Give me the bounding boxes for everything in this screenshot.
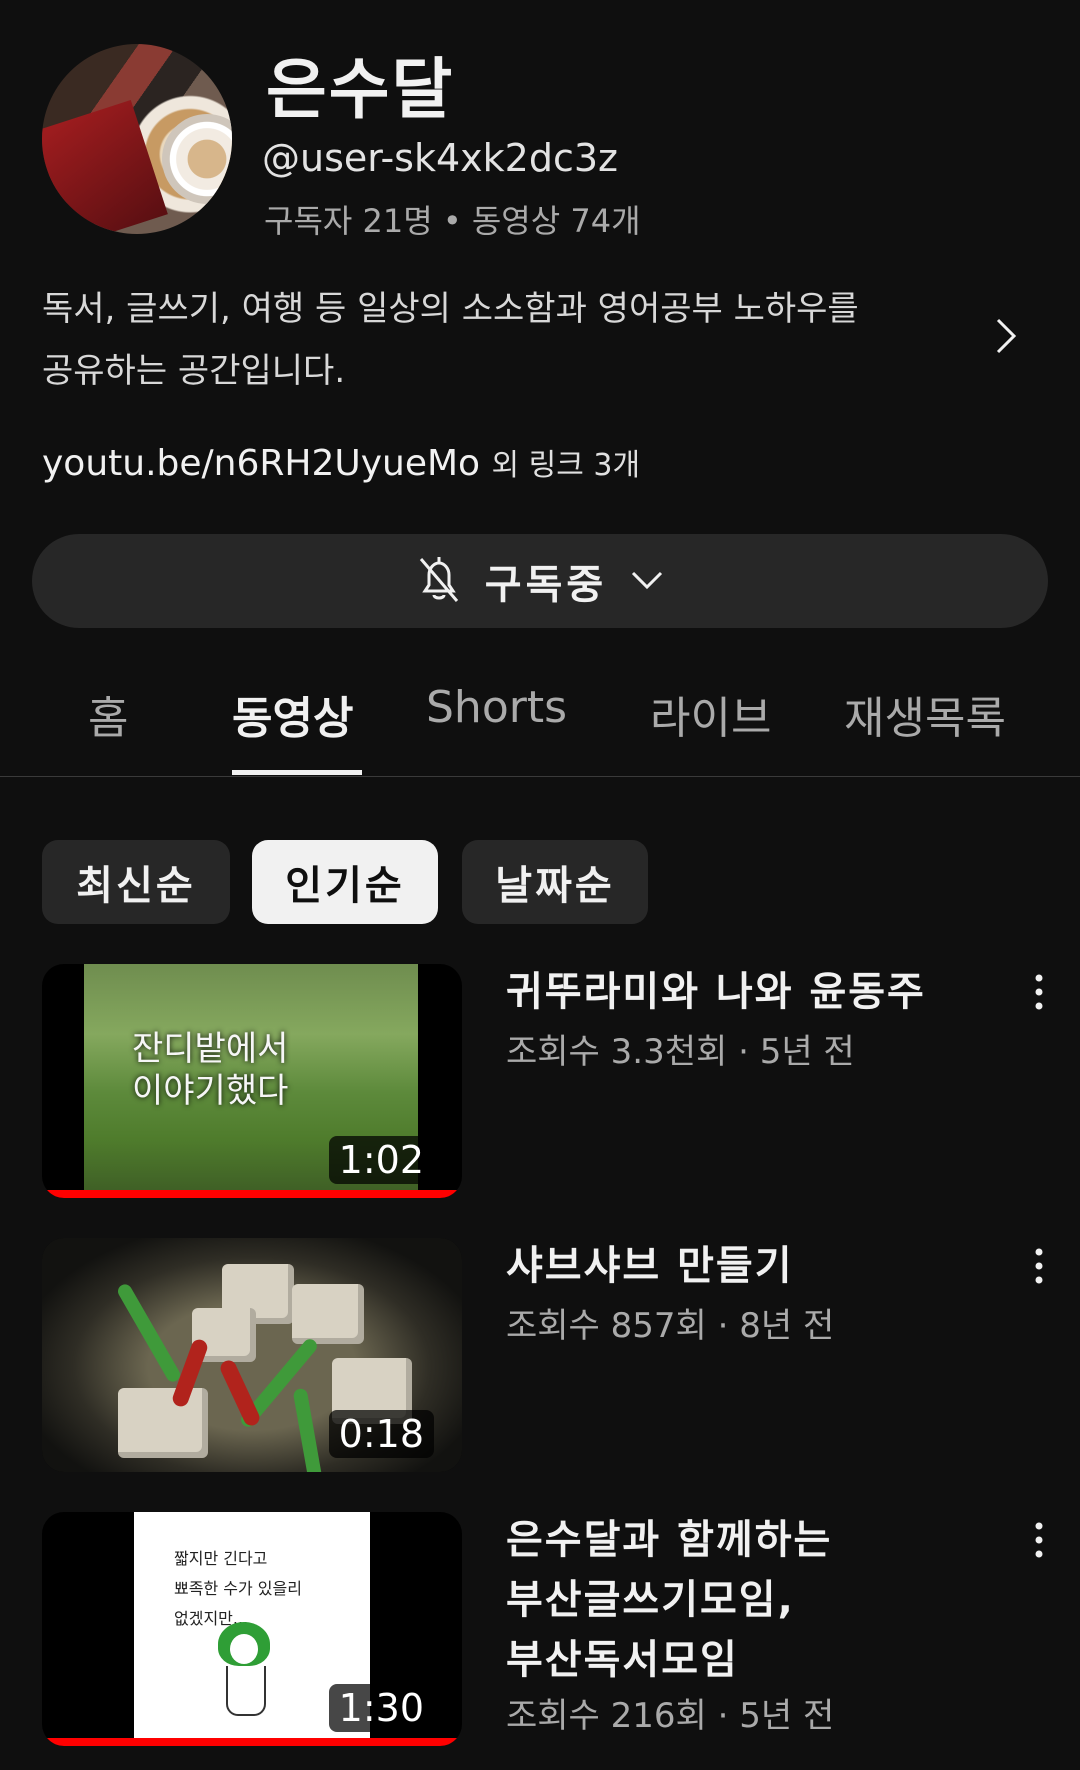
channel-tabs: 홈 동영상 Shorts 라이브 재생목록: [0, 672, 1080, 777]
chevron-down-icon: [629, 567, 665, 595]
video-duration: 1:30: [328, 1684, 434, 1732]
subscribed-button[interactable]: 구독중: [32, 534, 1048, 628]
channel-name: 은수달: [266, 51, 455, 128]
sort-chip-oldest[interactable]: 날짜순: [462, 840, 648, 924]
watch-progress-bar: [42, 1738, 462, 1746]
more-vert-icon[interactable]: [1024, 972, 1054, 1012]
tab-playlists[interactable]: 재생목록: [844, 682, 1006, 746]
sort-chip-popular[interactable]: 인기순: [252, 840, 438, 924]
channel-description[interactable]: 독서, 글쓰기, 여행 등 일상의 소소함과 영어공부 노하우를 공유하는 공간…: [42, 278, 942, 402]
video-thumbnail[interactable]: 잔디밭에서 이야기했다 1:02: [42, 964, 462, 1198]
video-duration: 1:02: [328, 1136, 434, 1184]
thumbnail-caption: 짧지만 긴다고 뾰족한 수가 있을리 없겠지만...: [174, 1549, 302, 1628]
more-vert-icon[interactable]: [1024, 1246, 1054, 1286]
sort-chip-latest[interactable]: 최신순: [42, 840, 230, 924]
bell-off-icon: [415, 553, 463, 609]
watch-progress-bar: [42, 1190, 462, 1198]
channel-avatar[interactable]: [42, 44, 232, 234]
tab-home[interactable]: 홈: [88, 682, 128, 746]
thumbnail-caption: 잔디밭에서 이야기했다: [132, 1029, 289, 1111]
more-vert-icon[interactable]: [1024, 1520, 1054, 1560]
channel-handle: @user-sk4xk2dc3z: [262, 136, 618, 180]
video-meta: 조회수 216회 · 5년 전: [506, 1696, 835, 1736]
video-meta: 조회수 857회 · 8년 전: [506, 1306, 835, 1346]
channel-links[interactable]: youtu.be/n6RH2UyueMo 외 링크 3개: [42, 440, 640, 484]
chevron-right-icon[interactable]: [990, 316, 1020, 360]
active-tab-indicator: [232, 770, 362, 775]
subscribed-label: 구독중: [484, 562, 608, 608]
video-meta: 조회수 3.3천회 · 5년 전: [506, 1032, 855, 1072]
avatar-book-image: [42, 99, 168, 234]
tab-videos[interactable]: 동영상: [232, 682, 353, 746]
tab-live[interactable]: 라이브: [650, 682, 771, 746]
video-title[interactable]: 은수달과 함께하는 부산글쓰기모임, 부산독서모임: [506, 1510, 986, 1690]
video-thumbnail[interactable]: 0:18: [42, 1238, 462, 1472]
video-title[interactable]: 귀뚜라미와 나와 윤동주: [506, 962, 986, 1022]
channel-stats: 구독자 21명 • 동영상 74개: [264, 202, 641, 240]
video-thumbnail[interactable]: 짧지만 긴다고 뾰족한 수가 있을리 없겠지만... 1:30: [42, 1512, 462, 1746]
tab-shorts[interactable]: Shorts: [426, 682, 567, 733]
more-links-label[interactable]: 외 링크 3개: [492, 448, 641, 483]
channel-link[interactable]: youtu.be/n6RH2UyueMo: [42, 443, 480, 484]
video-duration: 0:18: [328, 1410, 434, 1458]
video-title[interactable]: 샤브샤브 만들기: [506, 1236, 986, 1296]
avatar-coffee-image: [162, 114, 232, 204]
